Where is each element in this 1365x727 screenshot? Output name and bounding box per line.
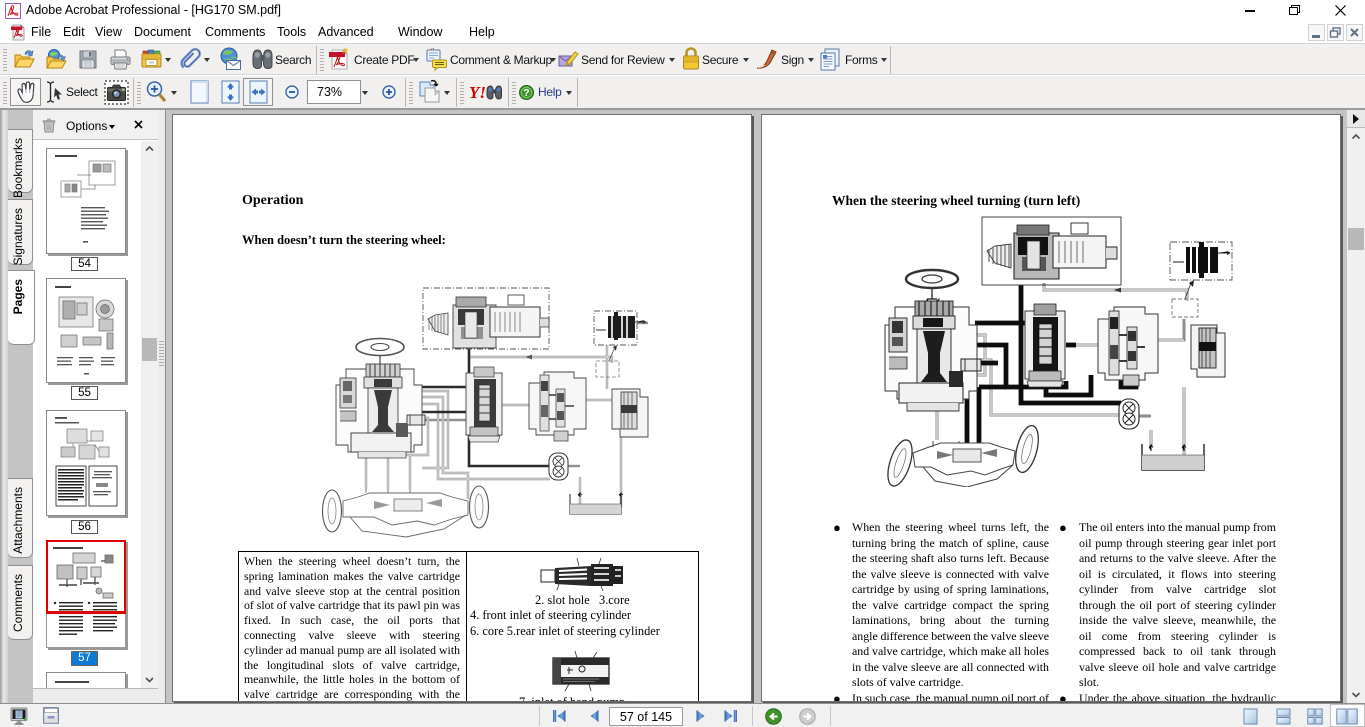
svg-text:?: ? bbox=[523, 87, 529, 99]
